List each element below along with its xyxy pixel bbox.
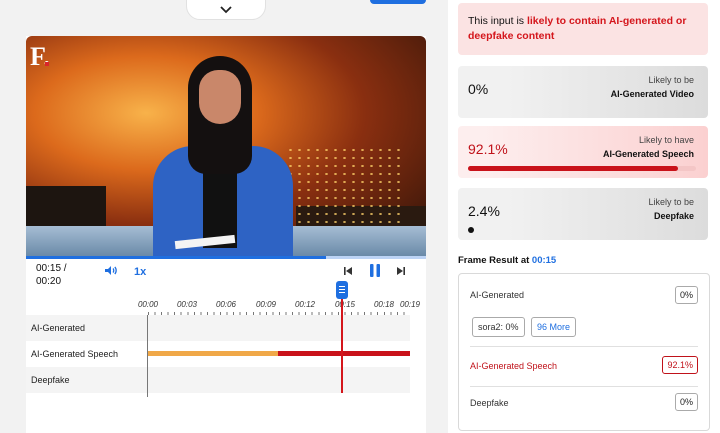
playhead-line [341,298,343,393]
collapse-toggle-button[interactable] [186,0,266,20]
model-chip[interactable]: sora2: 0% [472,317,525,337]
card-label-bottom: AI-Generated Video [610,89,694,99]
results-panel: This input is likely to contain AI-gener… [448,0,720,433]
frame-value-badge: 0% [674,286,698,304]
frame-value-badge: 0% [674,393,698,411]
probability-fill [468,166,678,171]
frame-row-label: AI-Generated [470,290,525,300]
timeline-start-line [147,315,148,397]
left-panel: F. 00:15 / 00:20 1x 00:00 00:03 00:06 00… [0,0,448,433]
speaker-icon [105,266,117,275]
tick-label: 00:19 [399,300,421,309]
skip-back-icon [344,267,352,275]
skip-forward-icon [397,267,405,275]
current-time: 00:15 / [36,263,67,274]
card-percent: 2.4% [468,203,500,219]
frame-result-title: Frame Result at 00:15 [458,255,556,266]
ai-video-card[interactable]: 0% Likely to be AI-Generated Video [458,66,708,118]
speed-button[interactable]: 1x [134,266,146,278]
player-controls: 00:15 / 00:20 1x [26,256,426,298]
presenter-figure [141,56,293,256]
track-label: Deepfake [31,375,70,385]
verdict-alert: This input is likely to contain AI-gener… [458,3,708,55]
pause-button[interactable] [368,263,382,281]
chevron-down-icon [220,6,232,14]
video-frame[interactable]: F. [26,36,426,256]
tick-label: 00:03 [176,300,198,309]
tick-label: 00:06 [215,300,237,309]
card-label-top: Likely to have [638,135,694,145]
channel-logo: F. [30,42,50,71]
tick-label: 00:18 [373,300,395,309]
playhead-handle[interactable] [336,281,348,299]
track-row: Deepfake [26,367,410,393]
detection-timeline: 00:00 00:03 00:06 00:09 00:12 00:15 00:1… [26,281,426,433]
card-label-bottom: AI-Generated Speech [602,149,694,159]
card-label-top: Likely to be [648,75,694,85]
frame-value-badge: 92.1% [662,356,698,374]
ai-speech-card[interactable]: 92.1% Likely to have AI-Generated Speech [458,126,708,178]
divider [470,346,698,347]
frame-title-prefix: Frame Result at [458,255,532,266]
speech-segment-moderate[interactable] [148,351,278,356]
playback-progress-fill [26,256,326,259]
track-label: AI-Generated Speech [31,349,119,359]
card-label-bottom: Deepfake [653,211,694,221]
divider [470,386,698,387]
speech-segment-high[interactable] [278,351,410,356]
playback-progress-bar[interactable] [26,256,426,259]
probability-bar [468,166,696,171]
total-time: 00:20 [36,276,62,287]
skip-forward-button[interactable] [396,266,406,279]
deepfake-card[interactable]: 2.4% Likely to be Deepfake [458,188,708,240]
track-row: AI-Generated Speech [26,341,410,367]
upload-button[interactable] [370,0,426,4]
frame-result-box: AI-Generated 0% sora2: 0% 96 More AI-Gen… [458,273,710,431]
card-percent: 0% [468,81,489,97]
card-percent: 92.1% [468,141,508,157]
volume-button[interactable] [104,265,117,279]
frame-row-label: AI-Generated Speech [470,361,558,371]
pause-icon [370,264,380,277]
tick-label: 00:00 [137,300,159,309]
track-row: AI-Generated [26,315,410,341]
more-models-button[interactable]: 96 More [531,317,577,337]
alert-prefix: This input is [468,15,527,27]
skip-back-button[interactable] [343,266,353,279]
probability-dot [468,227,474,233]
tick-label: 00:15 [334,300,356,309]
tick-label: 00:12 [294,300,316,309]
tick-label: 00:09 [255,300,277,309]
frame-row-label: Deepfake [470,398,509,408]
card-label-top: Likely to be [648,197,694,207]
video-player: F. 00:15 / 00:20 1x 00:00 00:03 00:06 00… [26,36,426,433]
frame-time: 00:15 [531,255,557,266]
city-lights [286,146,406,226]
track-label: AI-Generated [31,323,86,333]
